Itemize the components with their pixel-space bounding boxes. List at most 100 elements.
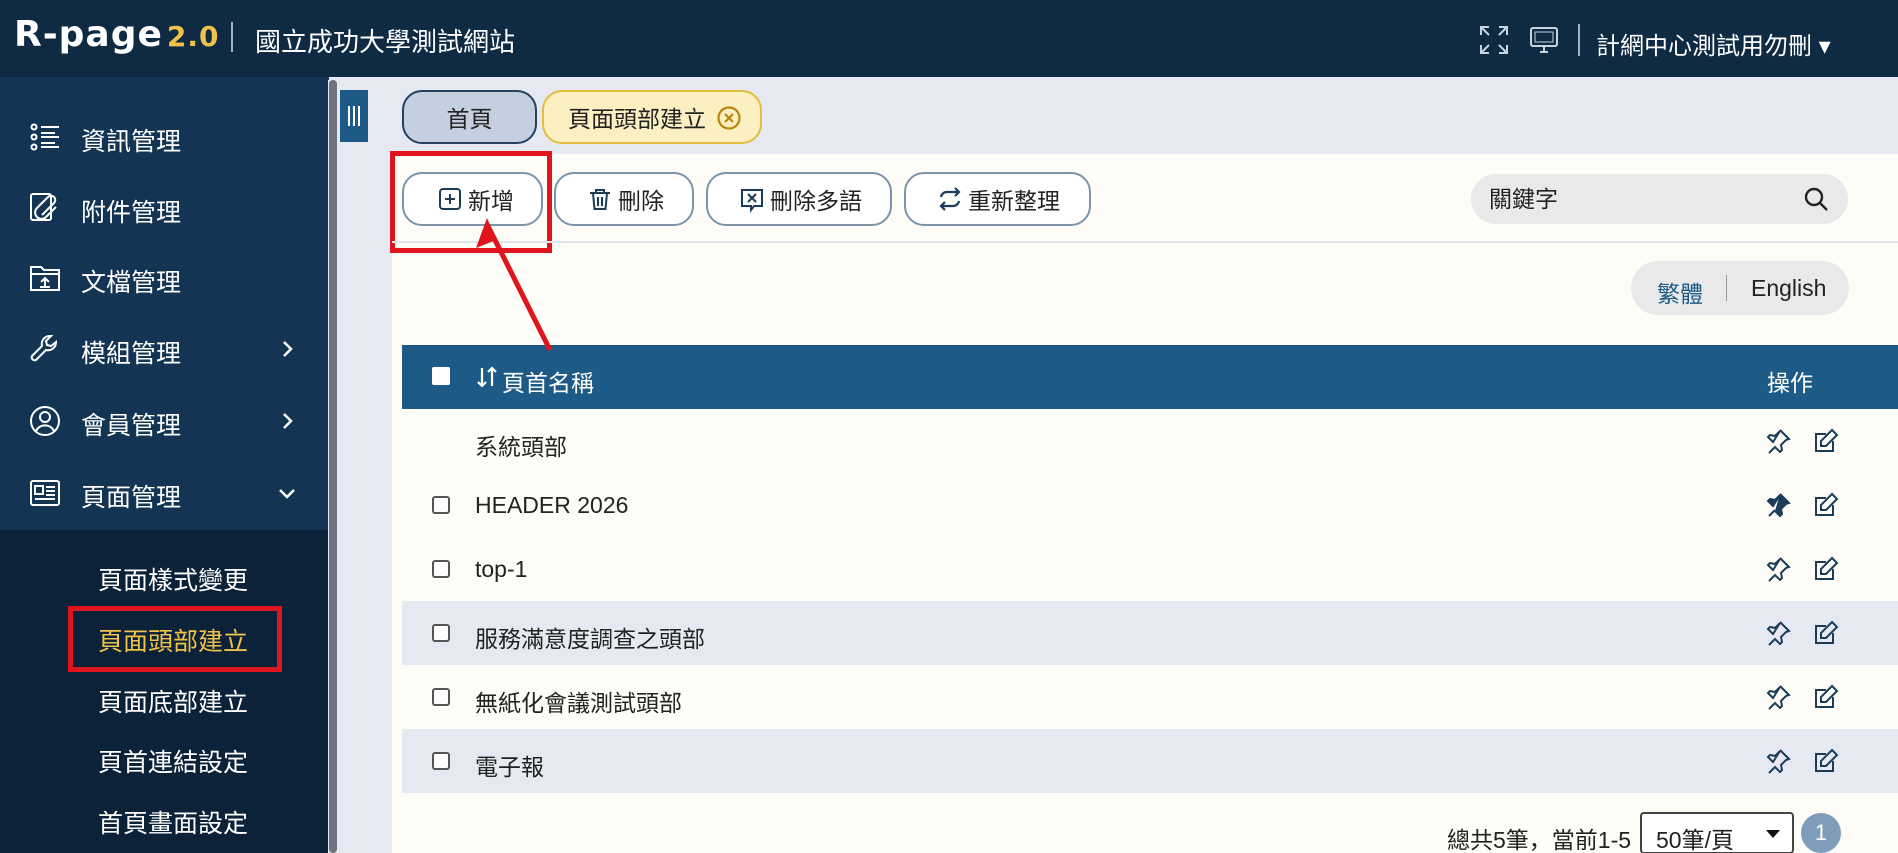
top-bar: R-page 2.0 國立成功大學測試網站 計網中心測試用勿刪 ▾ (0, 0, 1898, 77)
search-input[interactable] (1489, 184, 1789, 214)
sidebar-item-members[interactable]: 會員管理 (0, 391, 329, 451)
monitor-icon[interactable] (1528, 24, 1560, 56)
row-name: 系統頭部 (475, 434, 567, 460)
row-checkbox[interactable] (432, 560, 450, 578)
row-name: top-1 (475, 556, 528, 582)
lang-en[interactable]: English (1751, 275, 1826, 302)
table-row: 電子報 (402, 729, 1898, 793)
pin-icon[interactable] (1764, 747, 1792, 775)
tab-home-label: 首頁 (446, 106, 493, 132)
close-circle-icon[interactable] (716, 105, 742, 131)
tab-active-label: 頁面頭部建立 (568, 106, 706, 132)
table-row: top-1 (402, 537, 1898, 601)
tab-home[interactable]: 首頁 (402, 90, 537, 144)
trash-icon (590, 189, 610, 210)
collapse-icon (348, 106, 360, 126)
scrollbar-thumb[interactable] (329, 80, 337, 853)
sidebar-item-pages[interactable]: 頁面管理 (0, 463, 329, 523)
pin-filled-icon[interactable] (1764, 491, 1792, 519)
caret-down-icon (1766, 830, 1780, 838)
list-icon (30, 123, 59, 151)
submenu-item-page-footer[interactable]: 頁面底部建立 (98, 683, 248, 719)
column-header-name[interactable]: 頁首名稱 (502, 364, 594, 398)
row-name: HEADER 2026 (475, 492, 629, 518)
logo-divider (231, 22, 233, 52)
column-header-ops: 操作 (1767, 370, 1813, 396)
user-menu[interactable]: 計網中心測試用勿刪 ▾ (1596, 26, 1831, 61)
sidebar-item-label: 頁面管理 (81, 484, 182, 512)
pin-icon[interactable] (1764, 555, 1792, 583)
submenu-item-page-style[interactable]: 頁面樣式變更 (98, 561, 248, 597)
edit-icon[interactable] (1812, 683, 1840, 711)
refresh-button[interactable]: 重新整理 (904, 172, 1091, 226)
annotation-arrow (476, 218, 553, 352)
lang-divider (1726, 275, 1727, 301)
sidebar-item-info[interactable]: 資訊管理 (0, 107, 329, 167)
chevron-right-icon (283, 341, 293, 357)
edit-icon[interactable] (1812, 555, 1840, 583)
row-name: 服務滿意度調查之頭部 (475, 626, 705, 652)
edit-icon[interactable] (1812, 491, 1840, 519)
pin-icon[interactable] (1764, 427, 1792, 455)
logo-version: 2.0 (166, 20, 220, 53)
sidebar-toggle-button[interactable] (340, 90, 368, 142)
row-checkbox[interactable] (432, 752, 450, 770)
delete-box-icon (741, 189, 763, 213)
sidebar-item-documents[interactable]: 文檔管理 (0, 248, 329, 308)
refresh-icon (939, 187, 961, 211)
select-all-checkbox[interactable] (432, 367, 450, 385)
edit-icon[interactable] (1812, 427, 1840, 455)
lang-zh[interactable]: 繁體 (1657, 275, 1703, 309)
edit-icon[interactable] (1812, 619, 1840, 647)
fullscreen-icon[interactable] (1478, 24, 1510, 56)
language-switch: 繁體 English (1631, 261, 1849, 315)
table-row: 系統頭部 (402, 409, 1898, 473)
wrench-icon (30, 335, 57, 362)
pagination-summary: 總共5筆，當前1-5 (1447, 827, 1632, 853)
sidebar-item-attachment[interactable]: 附件管理 (0, 178, 329, 238)
delete-multilang-button[interactable]: 刪除多語 (706, 172, 892, 226)
site-title: 國立成功大學測試網站 (255, 27, 516, 57)
sidebar-item-label: 附件管理 (81, 199, 182, 227)
per-page-value: 50筆/頁 (1656, 827, 1734, 853)
highlight-box-sidebar (68, 606, 282, 672)
user-icon (30, 406, 60, 436)
table-header: 頁首名稱 操作 (402, 345, 1898, 409)
chevron-right-icon (283, 413, 293, 429)
per-page-select[interactable]: 50筆/頁 (1640, 812, 1794, 853)
edit-icon[interactable] (1812, 747, 1840, 775)
submenu-item-home-screen[interactable]: 首頁畫面設定 (98, 804, 248, 840)
search-box (1471, 174, 1848, 224)
sidebar-item-label: 文檔管理 (81, 269, 182, 297)
row-checkbox[interactable] (432, 688, 450, 706)
row-checkbox[interactable] (432, 624, 450, 642)
row-name: 電子報 (475, 754, 544, 780)
sidebar-item-label: 會員管理 (81, 412, 182, 440)
delete-multilang-button-label: 刪除多語 (770, 188, 862, 214)
sidebar-scrollbar[interactable] (328, 80, 338, 853)
sort-icon[interactable] (475, 364, 499, 390)
table-row: 服務滿意度調查之頭部 (402, 601, 1898, 665)
delete-button-label: 刪除 (618, 188, 664, 214)
sidebar-item-label: 模組管理 (81, 340, 182, 368)
pin-icon[interactable] (1764, 619, 1792, 647)
page-1-button[interactable]: 1 (1801, 813, 1841, 853)
search-icon[interactable] (1802, 185, 1830, 213)
sidebar-item-modules[interactable]: 模組管理 (0, 319, 329, 379)
table-row: HEADER 2026 (402, 473, 1898, 537)
sidebar-item-label: 資訊管理 (81, 128, 182, 156)
chevron-down-icon (279, 489, 295, 499)
submenu-item-header-links[interactable]: 頁首連結設定 (98, 743, 248, 779)
row-checkbox[interactable] (432, 496, 450, 514)
tab-page-header[interactable]: 頁面頭部建立 (542, 90, 762, 144)
row-name: 無紙化會議測試頭部 (475, 690, 682, 716)
attachment-icon (30, 193, 57, 221)
newspaper-icon (30, 480, 60, 506)
folder-upload-icon (30, 266, 60, 291)
delete-button[interactable]: 刪除 (554, 172, 694, 226)
logo[interactable]: R-page 2.0 (14, 14, 220, 55)
pin-icon[interactable] (1764, 683, 1792, 711)
logo-main: R-page (14, 14, 163, 55)
refresh-button-label: 重新整理 (968, 188, 1060, 214)
toolbar-divider (392, 241, 1898, 243)
